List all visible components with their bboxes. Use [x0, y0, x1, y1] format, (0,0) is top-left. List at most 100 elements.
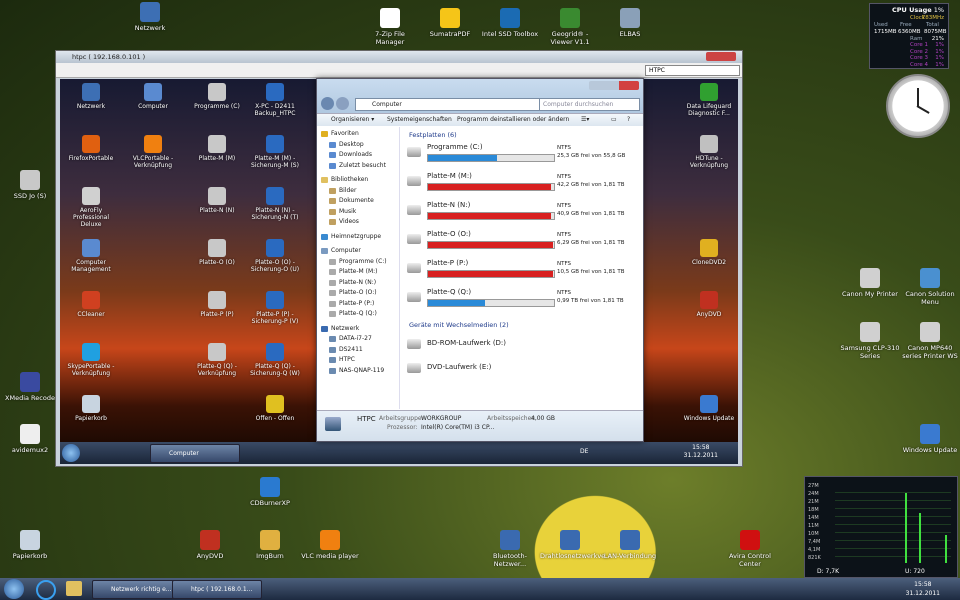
explorer-icon[interactable]	[66, 581, 82, 596]
drive-tile[interactable]: Platte-O (O:) NTFS 6,29 GB frei von 1,81 T…	[407, 230, 639, 252]
drive-tile[interactable]: Platte-M (M:) NTFS 42,2 GB frei von 1,81 T…	[407, 172, 639, 194]
nav-drive-item[interactable]: Platte-O (O:)	[329, 288, 377, 298]
nav-libraries[interactable]: Bibliotheken	[321, 175, 368, 185]
removable-drive-tile[interactable]: BD-ROM-Laufwerk (D:)	[407, 335, 639, 357]
desktop-shortcut[interactable]: Canon My Printer	[840, 268, 900, 298]
remote-shortcut[interactable]: SkypePortable - Verknüpfung	[62, 343, 120, 377]
remote-shortcut[interactable]: CloneDVD2	[680, 239, 738, 266]
remote-shortcut[interactable]: Platte-Q (Q) - Sicherung-Q (W)	[246, 343, 304, 377]
remote-shortcut[interactable]: FirefoxPortable	[62, 135, 120, 162]
nav-network-item[interactable]: DATA-i7-27	[329, 334, 372, 344]
remote-shortcut[interactable]: Netzwerk	[62, 83, 120, 110]
window-controls[interactable]	[706, 52, 736, 61]
host-field[interactable]: HTPC	[645, 65, 740, 76]
remote-shortcut[interactable]: Platte-O (O) - Sicherung-O (U)	[246, 239, 304, 273]
remote-shortcut[interactable]: Offen - Offen	[246, 395, 304, 422]
start-orb-icon[interactable]	[62, 444, 80, 462]
remote-shortcut[interactable]: Windows Update	[680, 395, 738, 422]
desktop-shortcut[interactable]: XMedia Recode	[0, 372, 60, 402]
desktop-shortcut[interactable]: AnyDVD	[180, 530, 240, 560]
remote-titlebar[interactable]: htpc ( 192.168.0.101 )	[56, 51, 742, 63]
desktop-shortcut[interactable]: Canon Solution Menu	[900, 268, 960, 306]
view-options-icon[interactable]: ☰▾	[581, 114, 589, 126]
remote-shortcut[interactable]: Platte-O (O)	[188, 239, 246, 266]
nav-homegroup[interactable]: Heimnetzgruppe	[321, 232, 381, 242]
nav-library-item[interactable]: Videos	[329, 217, 359, 227]
nav-favorite-item[interactable]: Zuletzt besucht	[329, 161, 386, 171]
nav-network-item[interactable]: NAS-QNAP-119	[329, 366, 384, 376]
remote-shortcut[interactable]: Platte-P (P) - Sicherung-P (V)	[246, 291, 304, 325]
start-orb-icon[interactable]	[4, 579, 24, 599]
remote-shortcut[interactable]: Platte-P (P)	[188, 291, 246, 318]
remote-shortcut[interactable]: Programme (C)	[188, 83, 246, 110]
taskbar-button-htpc[interactable]: htpc ( 192.168.0.1...	[172, 580, 262, 599]
remote-shortcut[interactable]: Platte-N (N)	[188, 187, 246, 214]
internet-explorer-icon[interactable]	[36, 580, 56, 600]
taskbar-button-computer[interactable]: Computer	[150, 444, 240, 463]
desktop-shortcut[interactable]: ELBAS	[600, 8, 660, 38]
remote-shortcut[interactable]: CCleaner	[62, 291, 120, 318]
remote-shortcut[interactable]: Platte-M (M)	[188, 135, 246, 162]
uninstall-program-button[interactable]: Programm deinstallieren oder ändern	[457, 114, 569, 126]
drive-tile[interactable]: Platte-Q (Q:) NTFS 0,99 TB frei von 1,81 T…	[407, 288, 639, 310]
desktop-shortcut[interactable]: SSD Jo (S)	[0, 170, 60, 200]
desktop-shortcut[interactable]: Netzwerk	[120, 2, 180, 32]
desktop-shortcut[interactable]: Papierkorb	[0, 530, 60, 560]
back-icon[interactable]	[321, 97, 334, 110]
remote-shortcut[interactable]: Platte-M (M) - Sicherung-M (S)	[246, 135, 304, 169]
nav-network-item[interactable]: DS2411	[329, 345, 363, 355]
nav-library-item[interactable]: Dokumente	[329, 196, 374, 206]
address-bar[interactable]: Computer	[355, 98, 553, 111]
nav-drive-item[interactable]: Platte-P (P:)	[329, 299, 374, 309]
host-clock[interactable]: 15:58 31.12.2011	[906, 580, 940, 598]
nav-drive-item[interactable]: Programme (C:)	[329, 257, 387, 267]
nav-library-item[interactable]: Musik	[329, 207, 356, 217]
remote-shortcut[interactable]: VLCPortable - Verknüpfung	[124, 135, 182, 169]
remote-shortcut[interactable]: AnyDVD	[680, 291, 738, 318]
help-icon[interactable]: ?	[627, 114, 630, 126]
desktop-shortcut[interactable]: Canon MP640 series Printer WS	[900, 322, 960, 360]
nav-drive-item[interactable]: Platte-M (M:)	[329, 267, 378, 277]
nav-network-item[interactable]: HTPC	[329, 355, 355, 365]
desktop-shortcut[interactable]: Bluetooth-Netzwer...	[480, 530, 540, 568]
remote-shortcut[interactable]: Data Lifeguard Diagnostic F...	[680, 83, 738, 117]
desktop-shortcut[interactable]: LAN-Verbindung	[600, 530, 660, 560]
nav-network[interactable]: Netzwerk	[321, 324, 359, 334]
nav-favorite-item[interactable]: Desktop	[329, 140, 364, 150]
explorer-window[interactable]: Computer Computer durchsuchen Organisier…	[316, 78, 644, 442]
remote-shortcut[interactable]: HDTune - Verknüpfung	[680, 135, 738, 169]
search-input[interactable]: Computer durchsuchen	[539, 98, 640, 111]
taskbar-button-netzwerk[interactable]: Netzwerk richtig e...	[92, 580, 180, 599]
desktop-shortcut[interactable]: avidemux2	[0, 424, 60, 454]
desktop-shortcut[interactable]: Windows Update	[900, 424, 960, 454]
explorer-window-controls[interactable]	[589, 81, 639, 90]
nav-drive-item[interactable]: Platte-Q (Q:)	[329, 309, 377, 319]
desktop-shortcut[interactable]: Intel SSD Toolbox	[480, 8, 540, 38]
remote-shortcut[interactable]: Platte-N (N) - Sicherung-N (T)	[246, 187, 304, 221]
drive-tile[interactable]: Platte-P (P:) NTFS 10,5 GB frei von 1,81 T…	[407, 259, 639, 281]
remote-shortcut[interactable]: Computer	[124, 83, 182, 110]
nav-favorite-item[interactable]: Downloads	[329, 150, 372, 160]
remote-shortcut[interactable]: Papierkorb	[62, 395, 120, 422]
system-properties-button[interactable]: Systemeigenschaften	[387, 114, 452, 126]
drive-tile[interactable]: Platte-N (N:) NTFS 40,9 GB frei von 1,81 T…	[407, 201, 639, 223]
desktop-shortcut[interactable]: Geogrid® - Viewer V1.1	[540, 8, 600, 46]
remote-shortcut[interactable]: X-PC - D2411 Backup_HTPC	[246, 83, 304, 117]
nav-library-item[interactable]: Bilder	[329, 186, 356, 196]
desktop-shortcut[interactable]: SumatraPDF	[420, 8, 480, 38]
drive-tile[interactable]: Programme (C:) NTFS 25,3 GB frei von 55,8 …	[407, 143, 639, 165]
desktop-shortcut[interactable]: Drahtlosnetzwerkve...	[540, 530, 611, 560]
desktop-shortcut[interactable]: VLC media player	[300, 530, 360, 560]
desktop-shortcut[interactable]: ImgBurn	[240, 530, 300, 560]
removable-drive-tile[interactable]: DVD-Laufwerk (E:)	[407, 359, 639, 381]
desktop-shortcut[interactable]: Samsung CLP-310 Series	[840, 322, 900, 360]
nav-favorites[interactable]: Favoriten	[321, 129, 359, 139]
remote-shortcut[interactable]: Platte-Q (Q) - Verknüpfung	[188, 343, 246, 377]
desktop-shortcut[interactable]: CDBurnerXP	[240, 477, 300, 507]
nav-drive-item[interactable]: Platte-N (N:)	[329, 278, 376, 288]
organize-button[interactable]: Organisieren ▾	[331, 114, 374, 126]
remote-shortcut[interactable]: AeroFly Professional Deluxe	[62, 187, 120, 228]
nav-computer[interactable]: Computer	[321, 246, 361, 256]
preview-pane-icon[interactable]: ▭	[611, 114, 617, 126]
desktop-shortcut[interactable]: 7-Zip File Manager	[360, 8, 420, 46]
